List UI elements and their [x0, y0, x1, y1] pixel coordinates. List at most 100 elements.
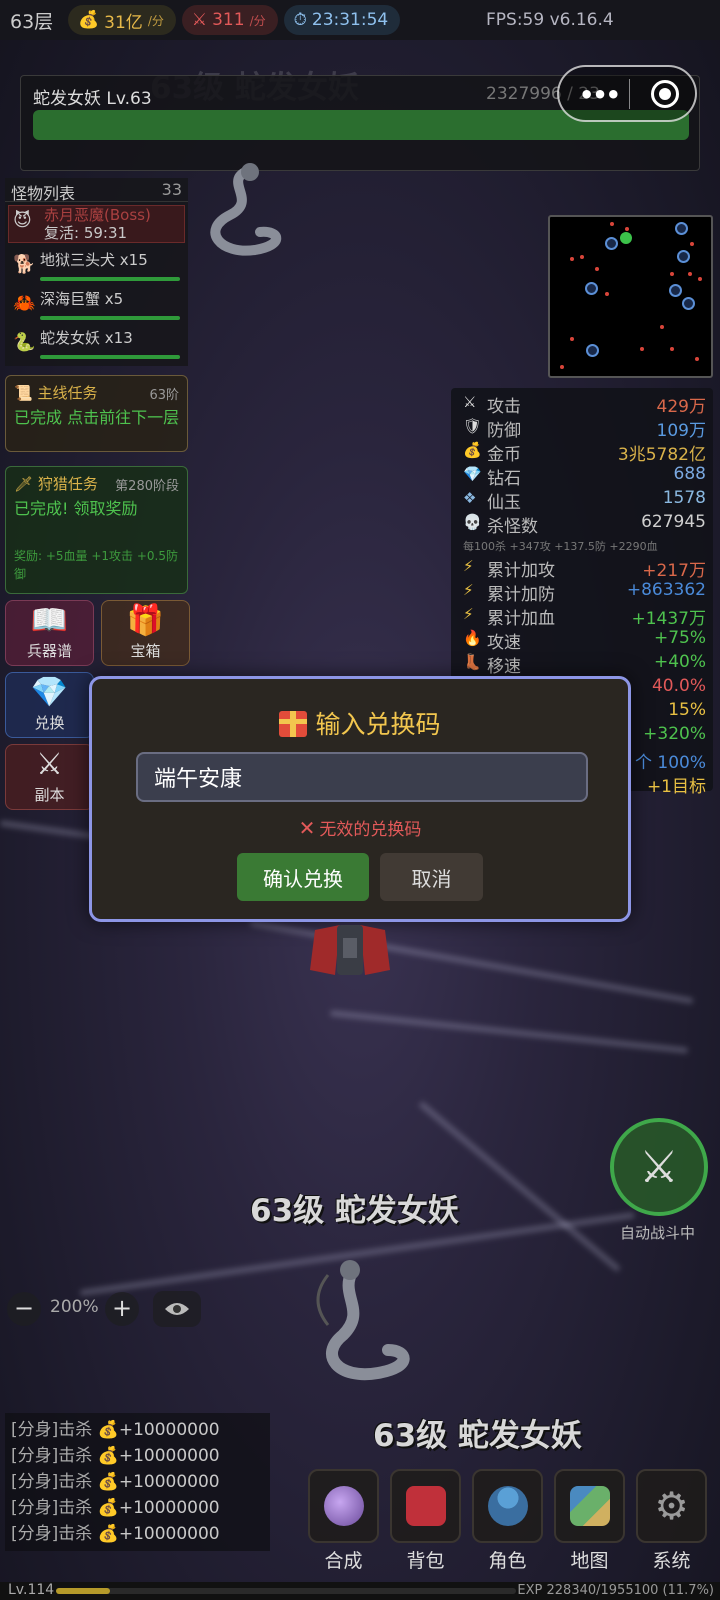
character-button[interactable]: [472, 1469, 543, 1543]
kill-log: [分身]击杀 💰+10000000 [分身]击杀 💰+10000000 [分身]…: [5, 1413, 270, 1551]
map-button[interactable]: [554, 1469, 625, 1543]
synthesize-button[interactable]: [308, 1469, 379, 1543]
gold-rate-unit: /分: [147, 13, 164, 28]
enemy-dot: [688, 272, 692, 276]
exp-fill: [56, 1588, 110, 1594]
close-target-icon[interactable]: [651, 80, 679, 108]
stat-value: 1578: [662, 488, 706, 508]
main-quest-panel[interactable]: 📜 主线任务 63阶 已完成 点击前往下一层: [5, 375, 188, 452]
auto-battle-label: 自动战斗中: [620, 1224, 696, 1242]
log-prefix: [分身]击杀: [11, 1498, 93, 1518]
monster-entry-name: 蛇发女妖 x13: [40, 329, 133, 347]
zoom-in-button[interactable]: +: [105, 1292, 139, 1326]
boss-respawn-timer: 复活: 59:31: [44, 224, 128, 242]
gear-icon: ⚙: [654, 1484, 689, 1528]
weapon-book-label: 兵器谱: [26, 642, 72, 660]
stat-value: +1目标: [646, 777, 706, 797]
stat-label: 钻石: [487, 469, 521, 489]
exchange-button[interactable]: 💎 兑换: [5, 672, 94, 738]
boot-icon: 👢: [463, 653, 482, 671]
stat-acc-defense: ⚡ 累计加防 +863362: [461, 580, 706, 605]
hunt-quest-panel[interactable]: 🗡 狩猎任务 第280阶段 已完成! 领取奖励 奖励: +5血量 +1攻击 +0…: [5, 466, 188, 594]
ally-dot: [605, 237, 618, 250]
log-row: [分身]击杀 💰+10000000: [11, 1495, 264, 1521]
enemy-dot: [670, 347, 674, 351]
hunt-quest-stage: 第280阶段: [115, 479, 179, 494]
auto-battle-button[interactable]: ⚔: [610, 1118, 708, 1216]
crossed-swords-icon: ⚔: [463, 393, 477, 411]
monster-entry[interactable]: 🐕 地狱三头犬 x15: [5, 246, 188, 285]
ally-dot: [675, 222, 688, 235]
stat-label: 移速: [487, 657, 521, 677]
error-text: 无效的兑换码: [319, 820, 422, 840]
stat-acc-attack: ⚡ 累计加攻 +217万: [461, 556, 706, 581]
demon-icon: 😈: [13, 210, 32, 231]
system-label: 系统: [652, 1550, 691, 1572]
exp-track: [56, 1588, 516, 1594]
experience-bar: Lv.114 EXP 228340/1955100 (11.7%): [0, 1582, 720, 1600]
monster-hp-bar: [40, 277, 180, 281]
monster-hp-bar: [40, 355, 180, 359]
boss-entry-name: 赤月恶魔(Boss): [44, 206, 151, 224]
enemy-dot: [670, 272, 674, 276]
skull-icon: 💀: [463, 513, 482, 531]
redeem-code-input[interactable]: [136, 752, 588, 802]
snake-icon: 🐍: [13, 332, 36, 353]
stat-value: +40%: [653, 652, 706, 672]
enemy-dot: [625, 227, 629, 231]
backpack-button[interactable]: [390, 1469, 461, 1543]
dialog-title-text: 输入兑换码: [315, 710, 441, 739]
fire-icon: 🔥: [463, 629, 482, 647]
weapon-book-button[interactable]: 📖 兵器谱: [5, 600, 94, 666]
serpent-monster-sprite: [210, 163, 282, 256]
hero-sprite: [310, 925, 390, 975]
log-amount: +10000000: [118, 1472, 220, 1492]
zoom-level: 200%: [50, 1297, 99, 1317]
book-icon: 📖: [30, 603, 69, 638]
map-label: 地图: [570, 1550, 609, 1572]
chest-button[interactable]: 🎁 宝箱: [101, 600, 190, 666]
stat-value: 3兆5782亿: [617, 445, 706, 465]
boss-entry[interactable]: 😈 赤月恶魔(Boss) 复活: 59:31: [8, 205, 185, 243]
stat-label: 累计加防: [487, 585, 555, 605]
enemy-dot: [698, 277, 702, 281]
crystal-ball-icon: [323, 1486, 364, 1526]
minimap[interactable]: [548, 215, 713, 378]
monster-entry[interactable]: 🦀 深海巨蟹 x5: [5, 285, 188, 324]
lightning-icon: ⚡: [463, 557, 474, 575]
monster-world-label: 63级 蛇发女妖: [373, 1418, 582, 1454]
log-amount: +10000000: [118, 1420, 220, 1440]
enemy-dot: [570, 257, 574, 261]
fps-version: FPS:59 v6.16.4: [486, 10, 614, 30]
hunt-quest-reward: 奖励: +5血量 +1攻击 +0.5防御: [14, 549, 179, 581]
dungeon-button[interactable]: ⚔ 副本: [5, 744, 94, 810]
visibility-toggle[interactable]: [153, 1291, 201, 1327]
enemy-dot: [605, 292, 609, 296]
shield-icon: 🛡: [463, 417, 483, 435]
more-dots-icon[interactable]: •••: [579, 81, 621, 109]
exchange-label: 兑换: [34, 714, 65, 732]
zoom-out-button[interactable]: −: [7, 1292, 41, 1326]
monster-entry-name: 深海巨蟹 x5: [40, 290, 124, 308]
crossed-swords-icon: ⚔: [639, 1141, 679, 1193]
stat-jade: ❖ 仙玉 1578: [461, 488, 706, 513]
gift-icon: [279, 711, 308, 737]
cancel-button[interactable]: 取消: [380, 853, 483, 901]
monster-entry[interactable]: 🐍 蛇发女妖 x13: [5, 324, 188, 363]
kill-rate-unit: /分: [249, 13, 266, 28]
dungeon-label: 副本: [34, 786, 65, 804]
stat-label: 攻速: [487, 633, 521, 653]
mini-program-capsule[interactable]: •••: [557, 65, 697, 122]
hunt-quest-body: 已完成! 领取奖励: [14, 499, 138, 518]
system-button[interactable]: ⚙: [636, 1469, 707, 1543]
stat-label: 防御: [487, 421, 521, 441]
stat-defense: 🛡 防御 109万: [461, 416, 706, 441]
stat-label: 金币: [487, 445, 521, 465]
enemy-dot: [595, 267, 599, 271]
stat-value: 627945: [641, 512, 706, 532]
jade-icon: ❖: [463, 489, 477, 507]
confirm-redeem-button[interactable]: 确认兑换: [237, 853, 369, 901]
log-row: [分身]击杀 💰+10000000: [11, 1469, 264, 1495]
monster-count: 33: [161, 180, 182, 199]
log-amount: +10000000: [118, 1524, 220, 1544]
